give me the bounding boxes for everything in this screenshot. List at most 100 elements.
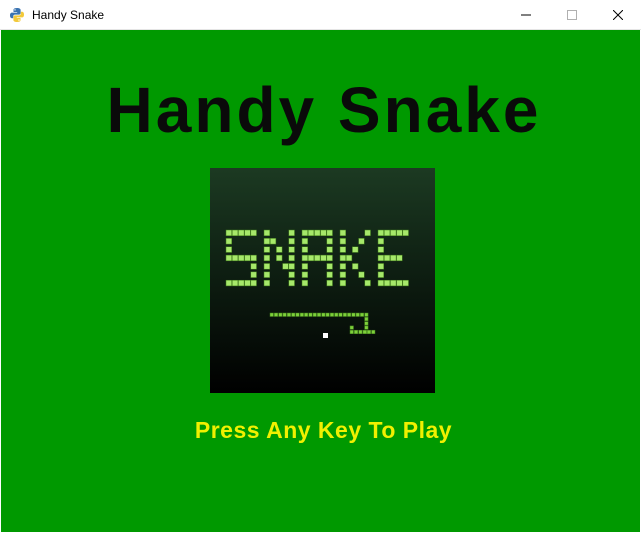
logo-letter-pixel — [250, 279, 257, 287]
snake-body-pixel — [347, 312, 352, 317]
logo-letter-pixel — [390, 229, 397, 236]
logo-letter-pixel — [288, 254, 295, 262]
snake-body-pixel — [274, 312, 279, 317]
snake-body-pixel — [325, 312, 330, 317]
close-icon — [613, 9, 623, 20]
logo-letter-pixel — [339, 254, 346, 262]
snake-body-pixel — [349, 329, 354, 334]
close-button[interactable] — [595, 0, 641, 29]
snake-body-pixel — [291, 312, 296, 317]
logo-letter-pixel — [263, 246, 270, 253]
logo-letter-pixel — [326, 271, 333, 278]
logo-letter-pixel — [301, 279, 308, 287]
logo-letter-pixel — [339, 263, 346, 270]
logo-letter-pixel — [339, 238, 346, 245]
logo-letter-pixel — [250, 271, 257, 278]
game-title: Handy Snake — [106, 74, 542, 146]
snake-body-pixel — [282, 312, 287, 317]
logo-letter-pixel — [244, 279, 251, 287]
snake-logo-graphic — [225, 229, 409, 338]
game-screen[interactable]: Handy Snake Press Any Key To Play — [1, 30, 640, 532]
snake-body-pixel — [286, 312, 291, 317]
logo-letter-pixel — [307, 254, 315, 262]
logo-letter-pixel — [225, 238, 232, 245]
logo-letter-pixel — [238, 229, 245, 236]
logo-letter-pixel — [364, 229, 371, 236]
logo-letter-pixel — [358, 271, 365, 278]
minimize-button[interactable] — [503, 0, 549, 29]
logo-letter-pixel — [352, 246, 359, 253]
logo-letter-pixel — [307, 229, 315, 236]
logo-letter-pixel — [282, 263, 289, 270]
snake-body-pixel — [349, 325, 354, 330]
logo-letter-pixel — [402, 229, 409, 236]
title-bar[interactable]: Handy Snake — [0, 0, 641, 30]
logo-letter-pixel — [377, 238, 384, 245]
logo-letter-pixel — [402, 279, 409, 287]
logo-letter-pixel — [238, 254, 245, 262]
logo-letter-pixel — [288, 246, 295, 253]
logo-letter-pixel — [225, 279, 232, 287]
logo-letter-pixel — [383, 229, 391, 236]
logo-letter-pixel — [231, 229, 239, 236]
logo-letter-pixel — [377, 263, 384, 270]
snake-body-pixel — [351, 312, 356, 317]
logo-letter-pixel — [225, 254, 232, 262]
logo-letter-pixel — [288, 229, 295, 236]
snake-body-pixel — [360, 312, 365, 317]
logo-letter-pixel — [326, 246, 333, 253]
logo-letter-pixel — [396, 279, 403, 287]
snake-body-pixel — [304, 312, 309, 317]
logo-letter-pixel — [250, 263, 257, 270]
logo-letter-pixel — [263, 238, 270, 245]
snake-body-pixel — [278, 312, 283, 317]
snake-body-pixel — [329, 312, 334, 317]
logo-letter-pixel — [326, 238, 333, 245]
snake-body-pixel — [334, 312, 339, 317]
snake-body-pixel — [364, 325, 369, 330]
logo-letter-pixel — [358, 238, 365, 245]
start-prompt[interactable]: Press Any Key To Play — [1, 417, 641, 444]
logo-letter-pixel — [383, 279, 391, 287]
snake-logo — [210, 168, 435, 393]
logo-letter-pixel — [244, 254, 251, 262]
logo-letter-pixel — [263, 271, 270, 278]
logo-letter-pixel — [326, 254, 333, 262]
logo-letter-pixel — [339, 229, 346, 236]
game-window: Handy Snake Handy Snake Press Any Key To — [0, 0, 641, 533]
logo-letter-pixel — [345, 254, 353, 262]
snake-body-pixel — [358, 329, 363, 334]
logo-letter-pixel — [320, 254, 327, 262]
logo-letter-pixel — [250, 229, 257, 236]
maximize-button[interactable] — [549, 0, 595, 29]
logo-letter-pixel — [339, 279, 346, 287]
logo-letter-pixel — [326, 229, 333, 236]
logo-letter-pixel — [339, 271, 346, 278]
logo-letter-pixel — [263, 254, 270, 262]
snake-body-pixel — [366, 329, 371, 334]
logo-letter-pixel — [352, 263, 359, 270]
logo-letter-pixel — [320, 229, 327, 236]
logo-letter-pixel — [288, 263, 295, 270]
logo-letter-pixel — [390, 254, 397, 262]
logo-letter-pixel — [364, 279, 371, 287]
logo-letter-pixel — [301, 229, 308, 236]
snake-body-pixel — [364, 317, 369, 322]
logo-letter-pixel — [383, 254, 391, 262]
snake-body-pixel — [338, 312, 343, 317]
logo-letter-pixel — [396, 229, 403, 236]
logo-letter-pixel — [314, 229, 321, 236]
logo-letter-pixel — [326, 263, 333, 270]
logo-letter-pixel — [276, 254, 283, 262]
logo-letter-pixel — [339, 246, 346, 253]
logo-letter-pixel — [250, 254, 257, 262]
logo-letter-pixel — [238, 279, 245, 287]
logo-letter-pixel — [377, 229, 384, 236]
logo-letter-pixel — [301, 271, 308, 278]
python-icon — [10, 8, 24, 22]
snake-body-pixel — [355, 312, 360, 317]
logo-letter-pixel — [231, 254, 239, 262]
snake-body-pixel — [299, 312, 304, 317]
minimize-icon — [521, 14, 531, 15]
snake-body-pixel — [269, 312, 274, 317]
